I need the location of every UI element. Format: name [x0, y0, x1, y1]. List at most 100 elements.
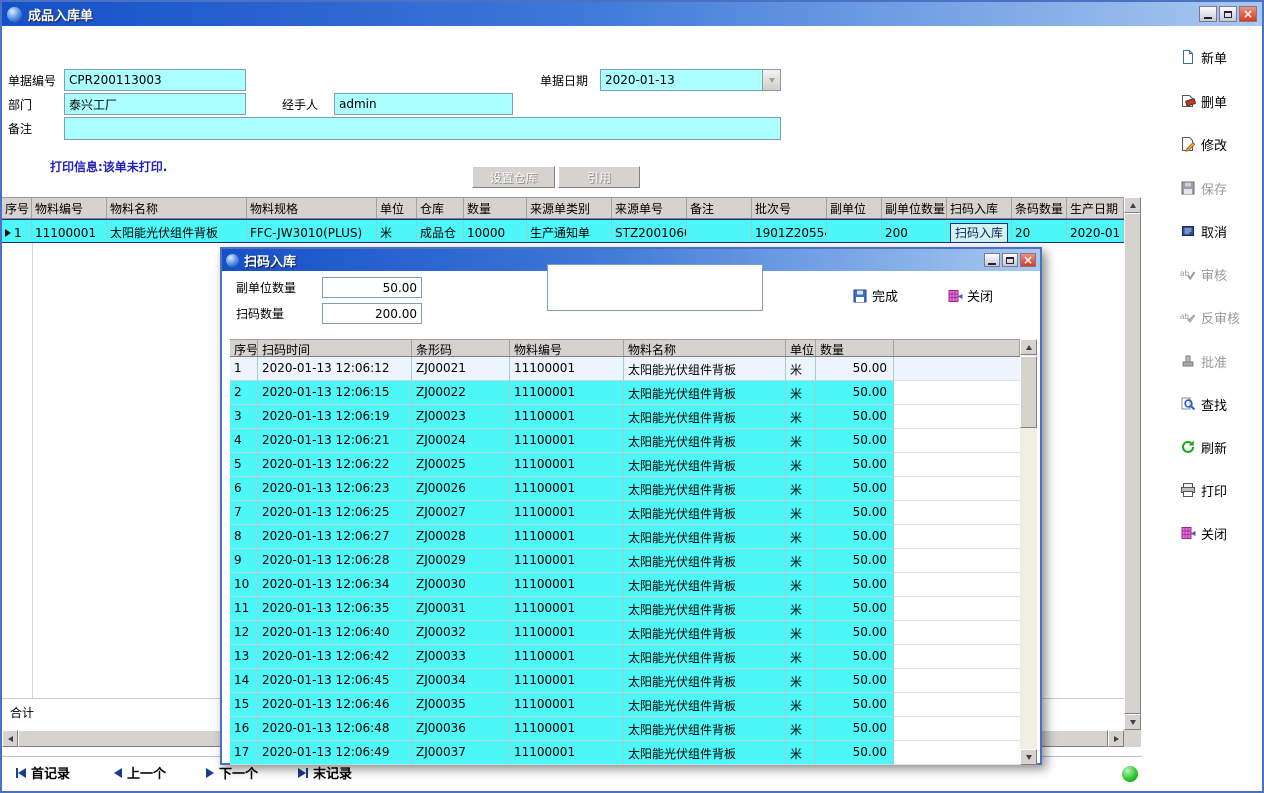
column-header-barcode[interactable]: 条形码 — [412, 340, 510, 356]
column-header-source-type[interactable]: 来源单类别 — [527, 198, 612, 218]
cancel-icon — [1180, 223, 1196, 239]
sub-unit-qty-field[interactable] — [322, 277, 422, 298]
column-header-source-no[interactable]: 来源单号 — [612, 198, 687, 218]
scroll-right-button[interactable] — [1108, 730, 1124, 747]
scan-grid-row[interactable]: 3 2020-01-13 12:06:19 ZJ00023 11100001 太… — [230, 405, 1020, 429]
cell-qty: 50.00 — [816, 525, 894, 549]
column-header-seq[interactable]: 序号 — [230, 340, 258, 356]
doc-no-input[interactable] — [64, 69, 246, 91]
dialog-close-action-button[interactable]: 关闭 — [947, 286, 993, 305]
doc-date-dropdown-button[interactable] — [762, 70, 780, 90]
dept-input[interactable] — [64, 93, 246, 115]
column-header-material-no[interactable]: 物料编号 — [32, 198, 107, 218]
handler-input[interactable] — [334, 93, 513, 115]
scan-grid-row[interactable]: 15 2020-01-13 12:06:46 ZJ00035 11100001 … — [230, 693, 1020, 717]
arrow-up-icon — [1026, 345, 1032, 350]
scan-grid-row[interactable]: 8 2020-01-13 12:06:27 ZJ00028 11100001 太… — [230, 525, 1020, 549]
scan-grid-row[interactable]: 13 2020-01-13 12:06:42 ZJ00033 11100001 … — [230, 645, 1020, 669]
sidebar-label: 审核 — [1201, 265, 1227, 284]
scan-entry-button[interactable]: 扫码入库 — [950, 223, 1008, 243]
cell-barcode: ZJ00022 — [412, 381, 510, 405]
column-header-spec[interactable]: 物料规格 — [247, 198, 377, 218]
scan-grid-row[interactable]: 5 2020-01-13 12:06:22 ZJ00025 11100001 太… — [230, 453, 1020, 477]
sidebar-item-close[interactable]: 关闭 — [1180, 520, 1264, 546]
scan-grid-row[interactable]: 17 2020-01-13 12:06:49 ZJ00037 11100001 … — [230, 741, 1020, 765]
column-header-batch-no[interactable]: 批次号 — [752, 198, 827, 218]
scan-grid-row[interactable]: 2 2020-01-13 12:06:15 ZJ00022 11100001 太… — [230, 381, 1020, 405]
scroll-down-button[interactable] — [1124, 714, 1141, 730]
nav-first-record[interactable]: 首记录 — [16, 763, 70, 782]
scan-grid-row[interactable]: 11 2020-01-13 12:06:35 ZJ00031 11100001 … — [230, 597, 1020, 621]
scan-grid-row[interactable]: 16 2020-01-13 12:06:48 ZJ00036 11100001 … — [230, 717, 1020, 741]
column-header-qty[interactable]: 数量 — [464, 198, 527, 218]
sidebar-item-print[interactable]: 打印 — [1180, 477, 1264, 503]
barcode-scan-input[interactable] — [547, 264, 763, 311]
scan-grid-row[interactable]: 6 2020-01-13 12:06:23 ZJ00026 11100001 太… — [230, 477, 1020, 501]
sidebar-item-refresh[interactable]: 刷新 — [1180, 434, 1264, 460]
dialog-vertical-scrollbar[interactable] — [1020, 339, 1037, 765]
column-header-prod-date[interactable]: 生产日期 — [1067, 198, 1124, 218]
sidebar-item-search[interactable]: 查找 — [1180, 391, 1264, 417]
vertical-scrollbar[interactable] — [1124, 197, 1141, 730]
column-header-sub-unit-qty[interactable]: 副单位数量 — [882, 198, 947, 218]
doc-date-combo[interactable]: 2020-01-13 — [600, 69, 781, 91]
complete-button[interactable]: 完成 — [852, 286, 898, 305]
maximize-button[interactable] — [1219, 6, 1237, 22]
column-header-unit[interactable]: 单位 — [786, 340, 816, 356]
sidebar-item-cancel[interactable]: 取消 — [1180, 218, 1264, 244]
dialog-scroll-up-button[interactable] — [1020, 339, 1037, 355]
vertical-scroll-thumb[interactable] — [1124, 213, 1141, 714]
dialog-scroll-thumb[interactable] — [1020, 356, 1037, 428]
dialog-scroll-down-button[interactable] — [1020, 749, 1037, 765]
column-header-warehouse[interactable]: 仓库 — [417, 198, 464, 218]
column-header-scan-entry[interactable]: 扫码入库 — [947, 198, 1012, 218]
column-header-qty[interactable]: 数量 — [816, 340, 894, 356]
column-header-sub-unit[interactable]: 副单位 — [827, 198, 882, 218]
scroll-up-button[interactable] — [1124, 197, 1141, 213]
cell-seq: 3 — [230, 405, 258, 429]
cell-material-no: 11100001 — [510, 549, 624, 573]
nav-last-record[interactable]: 末记录 — [298, 763, 352, 782]
dialog-close-button[interactable]: × — [1020, 253, 1036, 267]
scan-grid-row[interactable]: 14 2020-01-13 12:06:45 ZJ00034 11100001 … — [230, 669, 1020, 693]
close-button[interactable]: × — [1239, 6, 1257, 22]
cell-material-no: 11100001 — [510, 669, 624, 693]
column-header-material-name[interactable]: 物料名称 — [624, 340, 786, 356]
exit-icon — [1180, 525, 1196, 541]
column-header-unit[interactable]: 单位 — [377, 198, 417, 218]
nav-previous-record[interactable]: 上一个 — [114, 763, 166, 782]
column-header-material-no[interactable]: 物料编号 — [510, 340, 624, 356]
column-header-barcode-qty[interactable]: 条码数量 — [1012, 198, 1067, 218]
scan-grid-row[interactable]: 1 2020-01-13 12:06:12 ZJ00021 11100001 太… — [230, 357, 1020, 381]
scan-grid-row[interactable]: 12 2020-01-13 12:06:40 ZJ00032 11100001 … — [230, 621, 1020, 645]
nav-next-record[interactable]: 下一个 — [206, 763, 258, 782]
cell-unit: 米 — [786, 597, 816, 621]
scan-qty-label: 扫码数量 — [236, 306, 284, 322]
sidebar-label: 反审核 — [1201, 308, 1240, 327]
cell-seq: 15 — [230, 693, 258, 717]
cell-barcode: ZJ00028 — [412, 525, 510, 549]
minimize-button[interactable] — [1199, 6, 1217, 22]
scan-grid-row[interactable]: 4 2020-01-13 12:06:21 ZJ00024 11100001 太… — [230, 429, 1020, 453]
search-icon — [1180, 396, 1196, 412]
sidebar-item-modify[interactable]: 修改 — [1180, 131, 1264, 157]
main-grid-row[interactable]: 1 11100001 太阳能光伏组件背板 FFC-JW3010(PLUS) 米 … — [2, 219, 1124, 243]
column-header-seq[interactable]: 序号 — [2, 198, 32, 218]
cell-barcode: ZJ00035 — [412, 693, 510, 717]
dialog-maximize-button[interactable] — [1002, 253, 1018, 267]
column-header-scan-time[interactable]: 扫码时间 — [258, 340, 412, 356]
scan-grid-row[interactable]: 7 2020-01-13 12:06:25 ZJ00027 11100001 太… — [230, 501, 1020, 525]
exit-icon — [947, 288, 963, 304]
column-header-material-name[interactable]: 物料名称 — [107, 198, 247, 218]
cell-barcode: ZJ00034 — [412, 669, 510, 693]
remarks-input[interactable] — [64, 117, 781, 140]
scan-qty-field[interactable] — [322, 303, 422, 324]
cell-seq: 1 — [230, 357, 258, 381]
column-header-remark[interactable]: 备注 — [687, 198, 752, 218]
dialog-minimize-button[interactable] — [984, 253, 1000, 267]
scroll-left-button[interactable] — [2, 730, 18, 747]
scan-grid-row[interactable]: 9 2020-01-13 12:06:28 ZJ00029 11100001 太… — [230, 549, 1020, 573]
sidebar-item-delete[interactable]: 删单 — [1180, 88, 1264, 114]
scan-grid-row[interactable]: 10 2020-01-13 12:06:34 ZJ00030 11100001 … — [230, 573, 1020, 597]
sidebar-item-new[interactable]: 新单 — [1180, 44, 1264, 70]
